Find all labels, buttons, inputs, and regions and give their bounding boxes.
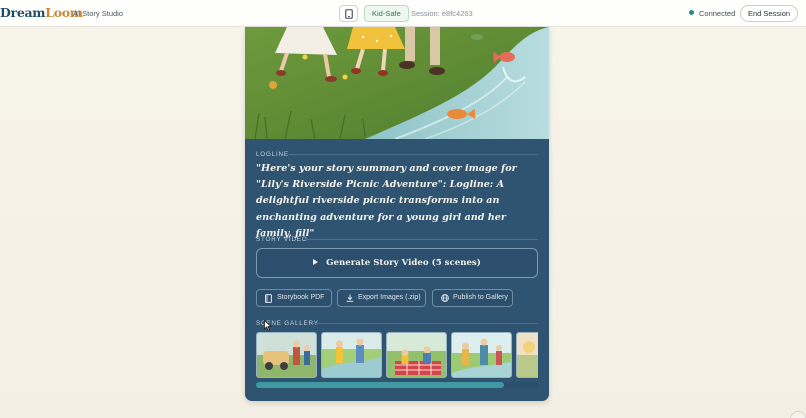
gallery-scrollbar-thumb[interactable] — [256, 382, 504, 388]
logline-label: LOGLINE — [256, 151, 289, 158]
scene-gallery[interactable] — [256, 332, 538, 379]
scene-image — [517, 333, 538, 377]
device-toggle-button[interactable] — [339, 5, 358, 22]
logline-divider — [289, 154, 538, 155]
kid-safe-badge: Kid-Safe — [364, 5, 409, 22]
session-id: Session: e8fc4263 — [411, 9, 473, 18]
story-card: LOGLINE "Here's your story summary and c… — [245, 27, 549, 401]
app-subtitle: AI Story Studio — [73, 9, 124, 18]
story-video-divider — [305, 239, 538, 240]
export-images-button[interactable]: Export Images (.zip) — [337, 289, 426, 307]
scene-thumbnail-1[interactable] — [256, 332, 317, 378]
end-session-button[interactable]: End Session — [740, 5, 798, 22]
download-icon — [346, 294, 354, 302]
help-button[interactable] — [790, 411, 806, 418]
top-bar: DreamLoom AI Story Studio Kid-Safe Sessi… — [0, 0, 806, 27]
brand-part-1: Dream — [0, 5, 46, 20]
publish-gallery-button[interactable]: Publish to Gallery — [432, 289, 513, 307]
tablet-icon — [345, 9, 353, 19]
book-icon — [265, 294, 272, 303]
scene-thumbnail-5[interactable] — [516, 332, 538, 378]
generate-video-label: Generate Story Video (5 scenes) — [326, 258, 481, 268]
publish-gallery-label: Publish to Gallery — [453, 294, 508, 301]
scene-image — [257, 333, 316, 377]
mouse-cursor-icon — [264, 320, 272, 331]
play-icon — [313, 259, 319, 265]
logline-text: "Here's your story summary and cover ima… — [256, 163, 517, 239]
storybook-pdf-button[interactable]: Storybook PDF — [256, 289, 332, 307]
brand-logo[interactable]: DreamLoom — [0, 5, 83, 20]
scene-image — [452, 333, 511, 377]
export-images-label: Export Images (.zip) — [358, 294, 421, 301]
connection-status: Connected — [689, 9, 735, 18]
status-dot-icon — [689, 10, 694, 15]
scene-image — [387, 333, 446, 377]
storybook-pdf-label: Storybook PDF — [277, 294, 325, 301]
story-video-label: STORY VIDEO — [256, 236, 308, 243]
cover-image — [245, 27, 549, 139]
scene-thumbnail-4[interactable] — [451, 332, 512, 378]
scene-gallery-divider — [312, 323, 538, 324]
gallery-scrollbar[interactable] — [256, 382, 538, 388]
scene-thumbnail-2[interactable] — [321, 332, 382, 378]
scene-image — [322, 333, 381, 377]
scene-thumbnail-3[interactable] — [386, 332, 447, 378]
generate-video-button[interactable]: Generate Story Video (5 scenes) — [256, 248, 538, 278]
globe-icon — [441, 294, 449, 302]
connection-status-label: Connected — [699, 9, 736, 18]
